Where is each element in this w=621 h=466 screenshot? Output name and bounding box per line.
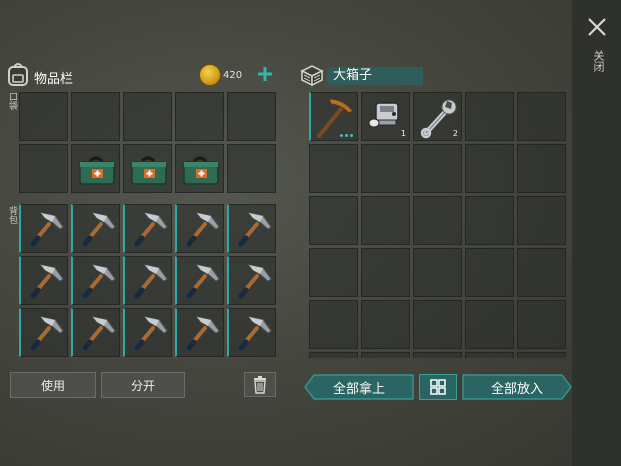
chest-slot[interactable] (309, 144, 358, 193)
chest-slot[interactable]: 1 (361, 92, 410, 141)
chest-slot[interactable] (413, 144, 462, 193)
grid-sort-icon (430, 379, 446, 395)
chest-slot[interactable] (361, 300, 410, 349)
chest-slot[interactable] (413, 352, 462, 358)
trash-icon (254, 375, 266, 394)
chest-slot[interactable] (309, 196, 358, 245)
chest-slot[interactable] (465, 196, 514, 245)
chest-slot[interactable] (309, 248, 358, 297)
chest-slot[interactable] (517, 352, 566, 358)
chest-slot[interactable] (517, 144, 566, 193)
chest-slot[interactable] (309, 300, 358, 349)
chest-slot[interactable] (413, 196, 462, 245)
split-button[interactable]: 分开 (101, 372, 185, 398)
item-quantity: 2 (452, 129, 458, 138)
take-all-button[interactable]: 全部拿上 (304, 374, 414, 400)
trash-button[interactable] (244, 372, 276, 397)
use-button[interactable]: 使用 (10, 372, 96, 398)
chest-slot[interactable]: 2 (413, 92, 462, 141)
chest-slot[interactable] (361, 196, 410, 245)
chest-slot[interactable] (361, 144, 410, 193)
chest-slot[interactable] (517, 300, 566, 349)
chest-slot[interactable] (361, 248, 410, 297)
chest-slot[interactable] (465, 248, 514, 297)
chest-grid: 12 (0, 0, 621, 358)
chest-slot[interactable] (413, 300, 462, 349)
put-all-button[interactable]: 全部放入 (462, 374, 572, 400)
put-all-label: 全部放入 (490, 381, 543, 397)
chest-slot[interactable] (309, 352, 358, 358)
chest-slot[interactable] (465, 92, 514, 141)
chest-slot[interactable] (517, 196, 566, 245)
chest-slot[interactable] (413, 248, 462, 297)
chest-slot[interactable] (309, 92, 358, 141)
chest-slot[interactable] (517, 92, 566, 141)
sort-button[interactable] (419, 374, 457, 400)
chest-slot[interactable] (361, 352, 410, 358)
durability-dots (340, 134, 353, 137)
chest-slot[interactable] (465, 352, 514, 358)
chest-slot[interactable] (465, 144, 514, 193)
take-all-label: 全部拿上 (332, 381, 385, 397)
item-quantity: 1 (400, 129, 406, 138)
chest-slot[interactable] (517, 248, 566, 297)
chest-slot[interactable] (465, 300, 514, 349)
